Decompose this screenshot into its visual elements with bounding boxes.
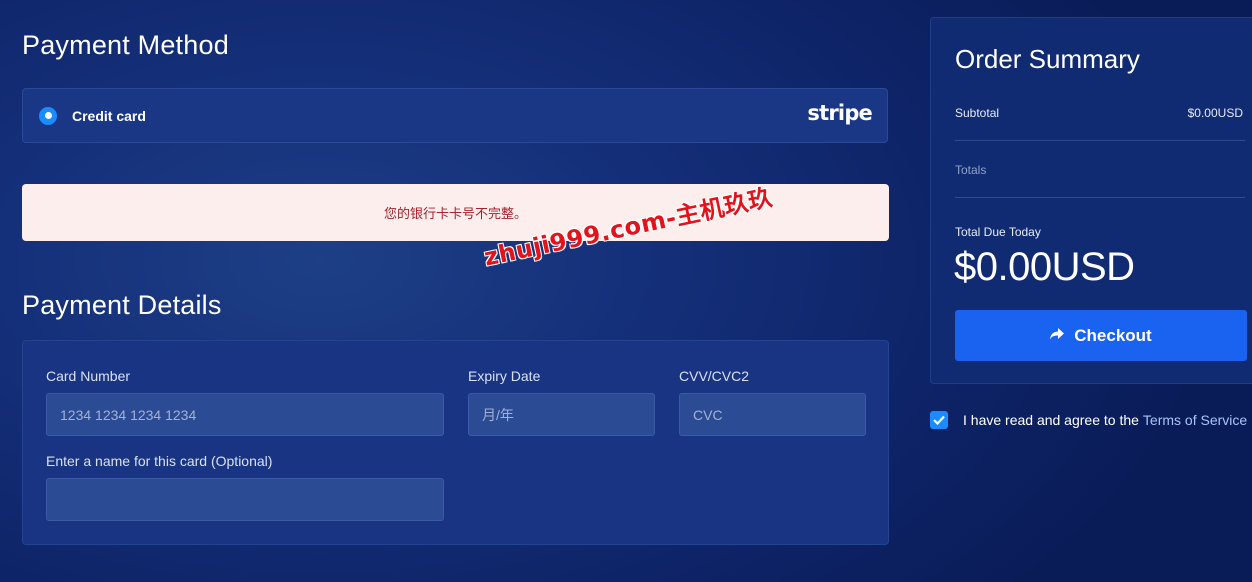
subtotal-label: Subtotal	[955, 106, 1000, 120]
card-number-label: Card Number	[46, 368, 131, 384]
order-summary-title: Order Summary	[955, 44, 1140, 74]
total-due-label: Total Due Today	[955, 225, 1041, 239]
terms-of-service-link[interactable]: Terms of Service	[1143, 412, 1247, 428]
expiry-date-input[interactable]	[468, 393, 655, 436]
card-number-input[interactable]	[46, 393, 444, 436]
credit-card-label: Credit card	[72, 107, 146, 124]
payment-details-panel: Card Number Expiry Date CVV/CVC2 Enter a…	[22, 340, 889, 545]
terms-text: I have read and agree to the	[963, 412, 1139, 428]
checkout-button[interactable]: Checkout	[955, 310, 1247, 361]
checkout-label: Checkout	[1074, 325, 1152, 345]
credit-card-option[interactable]: Credit card stripe	[22, 88, 888, 143]
cvv-label: CVV/CVC2	[679, 368, 750, 384]
card-name-label: Enter a name for this card (Optional)	[46, 453, 273, 469]
checkmark-icon	[933, 415, 945, 425]
radio-selected-icon[interactable]	[39, 106, 57, 125]
terms-row: I have read and agree to the Terms of Se…	[930, 411, 1247, 429]
cvv-input[interactable]	[679, 393, 866, 436]
error-message: 您的银行卡卡号不完整。	[383, 207, 527, 222]
card-name-input[interactable]	[46, 478, 444, 521]
expiry-date-label: Expiry Date	[468, 368, 541, 384]
payment-details-title: Payment Details	[22, 290, 222, 320]
error-alert: 您的银行卡卡号不完整。	[22, 184, 889, 241]
divider	[955, 140, 1245, 141]
terms-checkbox[interactable]	[930, 411, 948, 429]
radio-dot	[44, 112, 52, 119]
share-arrow-icon	[1050, 327, 1065, 344]
order-summary-panel: Order Summary Subtotal $0.00USD Totals T…	[930, 17, 1252, 384]
subtotal-value: $0.00USD	[1187, 106, 1243, 120]
total-due-value: $0.00USD	[954, 245, 1135, 289]
stripe-logo: stripe	[807, 101, 872, 125]
payment-method-title: Payment Method	[22, 30, 229, 60]
totals-label: Totals	[955, 163, 987, 177]
divider	[955, 197, 1245, 198]
